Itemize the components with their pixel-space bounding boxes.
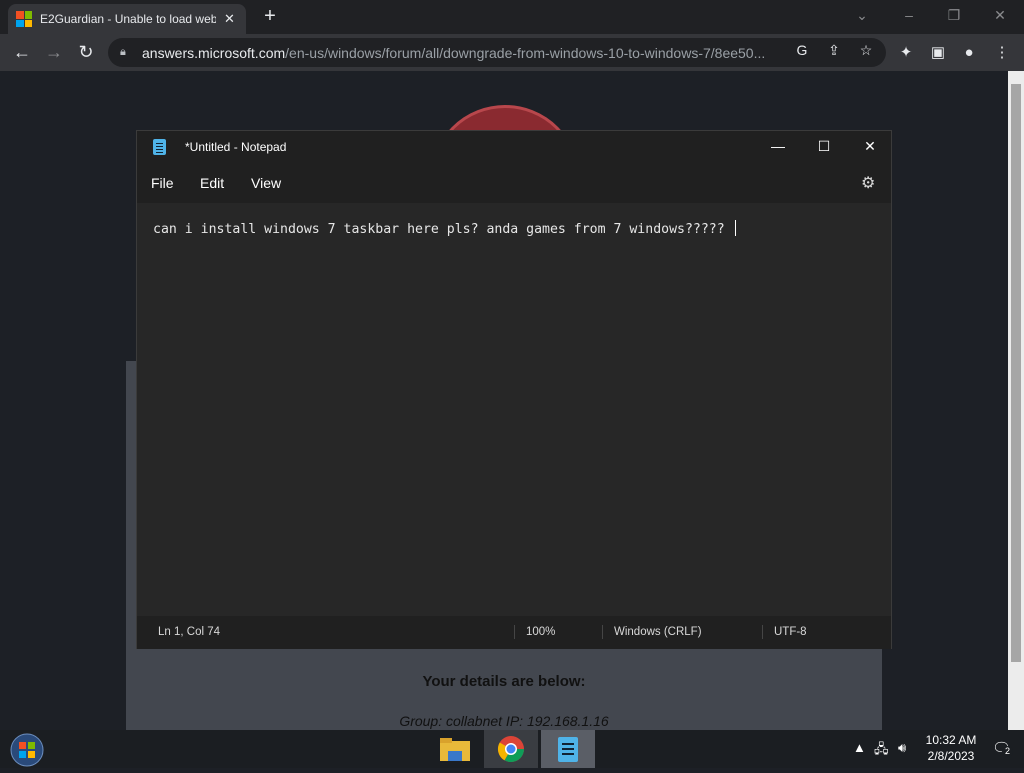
lock-icon[interactable]: 🔒︎ xyxy=(120,46,134,59)
line-ending: Windows (CRLF) xyxy=(614,626,702,638)
windows-start-icon xyxy=(10,733,44,767)
tab-title: E2Guardian - Unable to load web page xyxy=(40,12,216,26)
start-button[interactable] xyxy=(8,732,46,768)
share-icon[interactable]: ⇪ xyxy=(824,42,844,59)
windows-logo-icon xyxy=(16,11,32,27)
details-heading: Your details are below: xyxy=(422,673,586,690)
tab-search-icon[interactable]: ⌄ xyxy=(848,4,876,26)
settings-gear-icon[interactable]: ⚙ xyxy=(861,173,875,193)
notification-center-icon[interactable]: 🗨︎ 2 xyxy=(992,739,1014,759)
encoding: UTF-8 xyxy=(774,626,807,638)
profile-icon[interactable]: ● xyxy=(958,42,980,64)
extensions-icon[interactable]: ✦ xyxy=(895,42,917,64)
text-caret xyxy=(734,220,736,236)
cursor-position: Ln 1, Col 74 xyxy=(158,626,221,638)
notepad-title: *Untitled - Notepad xyxy=(185,140,287,154)
show-hidden-icons-icon[interactable]: ▲ xyxy=(853,740,866,755)
back-button[interactable]: ← xyxy=(10,40,34,64)
taskbar: ▲ 🖧︎ 🔊︎ 10:32 AM 2/8/2023 🗨︎ 2 xyxy=(0,730,1024,768)
notepad-statusbar: Ln 1, Col 74 100% Windows (CRLF) UTF-8 xyxy=(137,616,891,649)
notepad-taskbar-icon xyxy=(558,737,578,762)
notepad-icon xyxy=(153,139,166,155)
taskbar-chrome[interactable] xyxy=(484,730,538,768)
menu-icon[interactable]: ⋮ xyxy=(991,42,1013,64)
taskbar-notepad[interactable] xyxy=(541,730,595,768)
taskbar-file-explorer[interactable] xyxy=(428,730,482,768)
notification-count: 2 xyxy=(1002,746,1013,757)
clock-time: 10:32 AM xyxy=(925,733,977,747)
notepad-titlebar[interactable]: *Untitled - Notepad — ☐ ✕ xyxy=(137,131,891,163)
notepad-text-area[interactable]: can i install windows 7 taskbar here pls… xyxy=(137,203,891,615)
status-divider xyxy=(762,625,763,639)
network-icon[interactable]: 🖧︎ xyxy=(874,740,889,762)
menu-edit[interactable]: Edit xyxy=(200,175,224,191)
status-divider xyxy=(602,625,603,639)
notepad-menubar: File Edit View ⚙ xyxy=(137,163,891,203)
folder-icon xyxy=(440,738,470,761)
status-divider xyxy=(514,625,515,639)
forward-button[interactable]: → xyxy=(42,40,66,64)
notepad-maximize-button[interactable]: ☐ xyxy=(801,131,847,163)
menu-file[interactable]: File xyxy=(151,175,174,191)
address-bar[interactable]: 🔒︎ answers.microsoft.com/en-us/windows/f… xyxy=(108,38,886,67)
minimize-button[interactable]: – xyxy=(895,4,923,26)
tab-close-icon[interactable]: ✕ xyxy=(224,11,235,27)
clock[interactable]: 10:32 AM 2/8/2023 xyxy=(918,732,984,764)
clock-date: 2/8/2023 xyxy=(927,749,975,763)
zoom-level: 100% xyxy=(526,626,556,638)
scrollbar-thumb[interactable] xyxy=(1011,84,1021,662)
notepad-minimize-button[interactable]: — xyxy=(755,131,801,163)
new-tab-button[interactable]: + xyxy=(259,5,281,27)
reload-button[interactable]: ↻ xyxy=(74,40,98,64)
url-text: answers.microsoft.com/en-us/windows/foru… xyxy=(142,44,766,61)
chrome-icon xyxy=(497,736,525,763)
volume-icon[interactable]: 🔊︎ xyxy=(898,740,906,756)
notepad-content[interactable]: can i install windows 7 taskbar here pls… xyxy=(153,220,736,237)
close-button[interactable]: ✕ xyxy=(986,4,1014,26)
browser-toolbar: ← → ↻ 🔒︎ answers.microsoft.com/en-us/win… xyxy=(0,34,1024,71)
bookmark-star-icon[interactable]: ☆ xyxy=(856,42,876,59)
restore-button[interactable]: ❐ xyxy=(940,4,968,26)
notepad-window: *Untitled - Notepad — ☐ ✕ File Edit View… xyxy=(136,130,892,649)
browser-tab[interactable]: E2Guardian - Unable to load web page ✕ xyxy=(8,4,246,34)
notepad-close-button[interactable]: ✕ xyxy=(847,131,893,163)
tab-strip: E2Guardian - Unable to load web page ✕ +… xyxy=(0,0,1024,34)
side-panel-icon[interactable]: ▣ xyxy=(927,42,949,64)
google-icon[interactable]: G xyxy=(792,42,812,58)
menu-view[interactable]: View xyxy=(251,175,281,191)
group-info: Group: collabnet IP: 192.168.1.16 xyxy=(399,713,609,729)
